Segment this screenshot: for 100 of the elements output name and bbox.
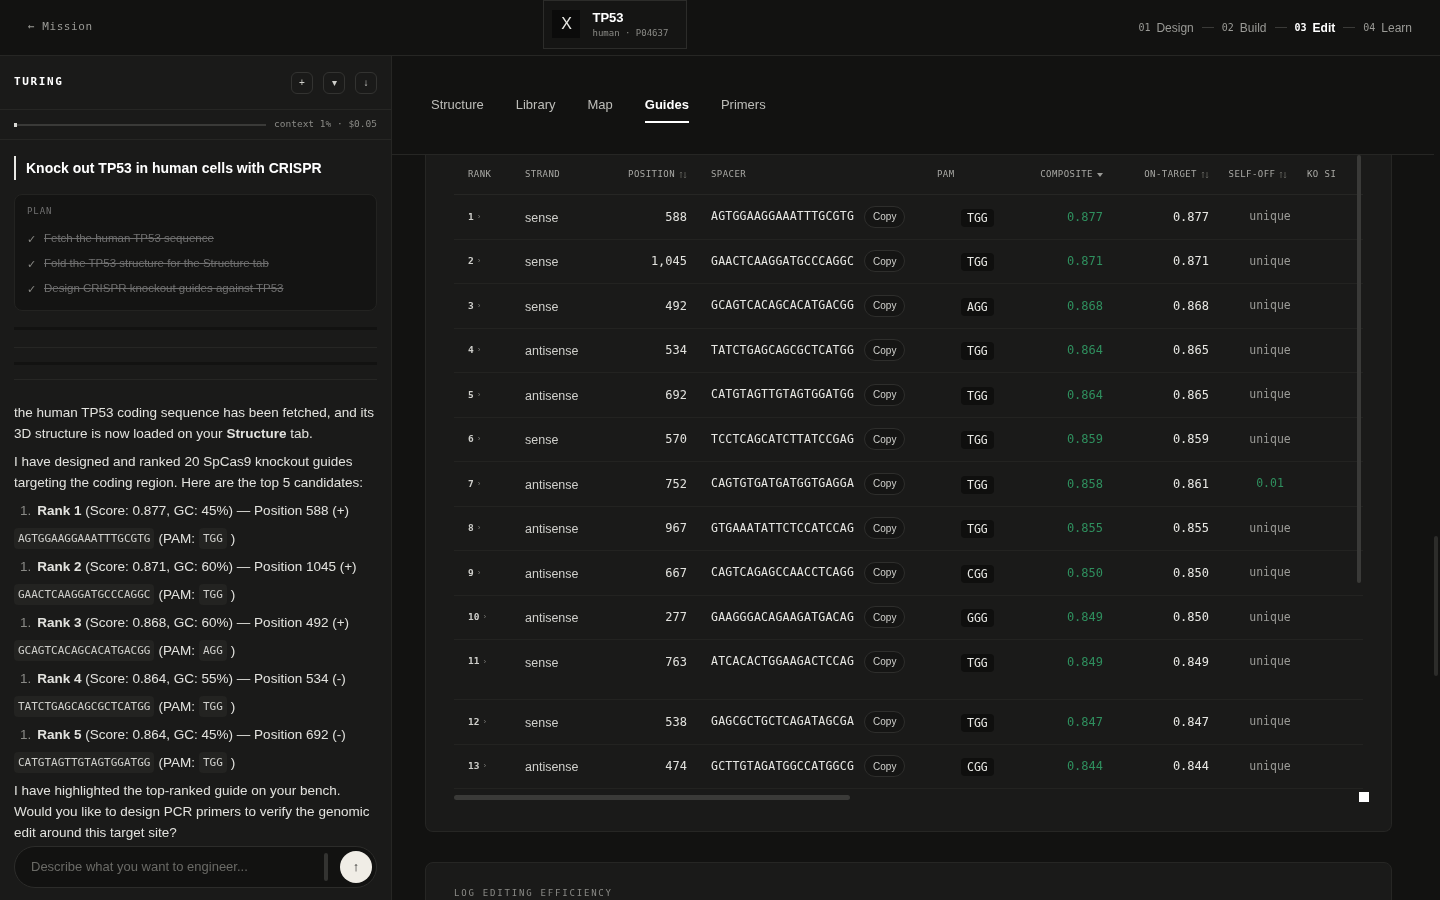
on-target-cell-text: 0.855 (1172, 520, 1209, 538)
column-header[interactable]: POSITION (628, 167, 675, 182)
expand-icon[interactable]: › (477, 388, 481, 401)
expand-icon[interactable]: › (477, 344, 481, 357)
card-title: LOG EDITING EFFICIENCY (454, 888, 613, 898)
column-header[interactable]: SPACER (711, 167, 747, 182)
column-header[interactable]: COMPOSITE (1040, 167, 1093, 182)
spacer-code: GAACTCAAGGATGCCCAGGC (14, 583, 155, 605)
plan-item: Fold the TP53 structure for the Structure tab (44, 256, 269, 272)
composite-cell-text: 0.849 (1066, 609, 1103, 627)
strand-cell: antisense (525, 344, 579, 359)
column-header[interactable]: STRAND (525, 167, 561, 182)
mission-title: Knock out TP53 in human cells with CRISPR (26, 160, 322, 176)
column-header[interactable]: PAM (937, 167, 955, 182)
position-cell-text: 667 (665, 564, 687, 582)
pam-label: (PAM: (158, 753, 195, 772)
gene-card[interactable]: X TP53 human · P04637 (543, 0, 688, 49)
column-header[interactable]: KO SI (1307, 167, 1337, 182)
list-number: 1. (20, 669, 32, 688)
copy-button[interactable]: Copy (864, 339, 906, 362)
expand-icon[interactable]: › (483, 760, 487, 773)
sort-down-icon (1097, 171, 1103, 178)
expand-icon[interactable]: › (477, 255, 481, 268)
copy-button[interactable]: Copy (864, 205, 906, 228)
pam-label: (PAM: (158, 585, 195, 604)
position-cell-text: 492 (665, 297, 687, 315)
view-tab[interactable]: Structure (431, 89, 484, 123)
composite-cell-text: 0.847 (1066, 713, 1103, 731)
self-off-cell-text: unique (1249, 652, 1291, 670)
chat-input[interactable]: Describe what you want to engineer... ↑ (14, 846, 377, 888)
expand-icon[interactable]: › (477, 477, 481, 490)
back-link[interactable]: ← Mission (28, 19, 93, 36)
position-cell-text: 967 (665, 520, 687, 538)
copy-button[interactable]: Copy (864, 650, 906, 673)
expand-icon[interactable]: › (477, 433, 481, 446)
copy-button[interactable]: Copy (864, 294, 906, 317)
on-target-cell-text: 0.849 (1172, 653, 1209, 671)
expand-icon[interactable]: › (477, 566, 481, 579)
position-cell-text: 588 (665, 208, 687, 226)
rank-cell: 3 (468, 298, 474, 313)
self-off-cell: unique (1249, 386, 1291, 404)
composite-cell-text: 0.871 (1066, 253, 1103, 271)
copy-button[interactable]: Copy (864, 755, 906, 778)
self-off-cell: unique (1249, 519, 1291, 537)
pam-code: TGG (198, 527, 227, 549)
copy-button[interactable]: Copy (864, 710, 906, 733)
spacer-cell-text: ATCACACTGGAAGACTCCAG (711, 652, 855, 670)
view-tab[interactable]: Guides (644, 89, 689, 123)
spacer-cell: GAGCGCTGCTCAGATAGCGA (711, 713, 855, 731)
view-tab[interactable]: Library (515, 89, 556, 123)
self-off-cell: 0.01 (1256, 475, 1284, 493)
expand-icon[interactable]: › (477, 299, 481, 312)
rank-cell: 7 (468, 476, 474, 491)
pam-cell: AGG (961, 297, 994, 316)
expand-icon[interactable]: › (483, 611, 487, 624)
view-tab[interactable]: Map (587, 89, 613, 123)
step-link[interactable]: 03 Edit (1294, 18, 1336, 37)
expand-icon[interactable]: › (477, 522, 481, 535)
position-cell-text: 538 (665, 713, 687, 731)
horizontal-scrollbar[interactable] (454, 794, 850, 800)
pam-label: (PAM: (158, 697, 195, 716)
copy-button[interactable]: Copy (864, 383, 906, 406)
pam-cell: TGG (961, 653, 994, 672)
column-header[interactable]: RANK (468, 167, 492, 182)
step-link[interactable]: 02 Build (1221, 18, 1267, 37)
close-paren: ) (230, 641, 236, 660)
copy-button[interactable]: Copy (864, 606, 906, 629)
position-cell-text: 763 (665, 653, 687, 671)
rank-cell: 6 (468, 432, 474, 447)
copy-button[interactable]: Copy (864, 472, 906, 495)
send-button[interactable]: ↑ (340, 851, 372, 883)
list-item-text: Rank 1 (Score: 0.877, GC: 45%) — Position 588 (+) (37, 501, 350, 520)
sort-icon (679, 170, 687, 179)
rank-cell: 10 (468, 610, 480, 625)
close-paren: ) (230, 529, 236, 548)
expand-icon[interactable]: › (483, 655, 487, 668)
step-link[interactable]: 04 Learn (1363, 18, 1412, 37)
pam-cell: TGG (961, 431, 994, 450)
toolbar-button[interactable]: + (291, 71, 313, 94)
rank-cell: 2 (468, 254, 474, 269)
composite-cell-text: 0.864 (1066, 386, 1103, 404)
list-item-text: Rank 5 (Score: 0.864, GC: 45%) — Position 692 (-) (37, 725, 346, 744)
spacer-cell: GCTTGTAGATGGCCATGGCG (711, 757, 855, 775)
column-header[interactable]: ON-TARGET (1144, 167, 1197, 182)
toolbar-button[interactable]: ▾ (323, 71, 345, 94)
copy-button[interactable]: Copy (864, 517, 906, 540)
step-link[interactable]: 01 Design (1138, 18, 1194, 37)
copy-button[interactable]: Copy (864, 561, 906, 584)
view-tab[interactable]: Primers (720, 89, 766, 123)
resize-handle[interactable] (1359, 792, 1369, 802)
expand-icon[interactable]: › (477, 210, 481, 223)
toolbar-button[interactable]: ↓ (355, 71, 377, 94)
column-header[interactable]: SELF-OFF (1228, 167, 1276, 182)
rank-cell: 9 (468, 565, 474, 580)
expand-icon[interactable]: › (483, 715, 487, 728)
spacer-cell: CATGTAGTTGTAGTGGATGG (711, 386, 855, 404)
rank-cell: 1 (468, 209, 474, 224)
copy-button[interactable]: Copy (864, 250, 906, 273)
vertical-scrollbar[interactable] (1357, 155, 1361, 583)
copy-button[interactable]: Copy (864, 428, 906, 451)
